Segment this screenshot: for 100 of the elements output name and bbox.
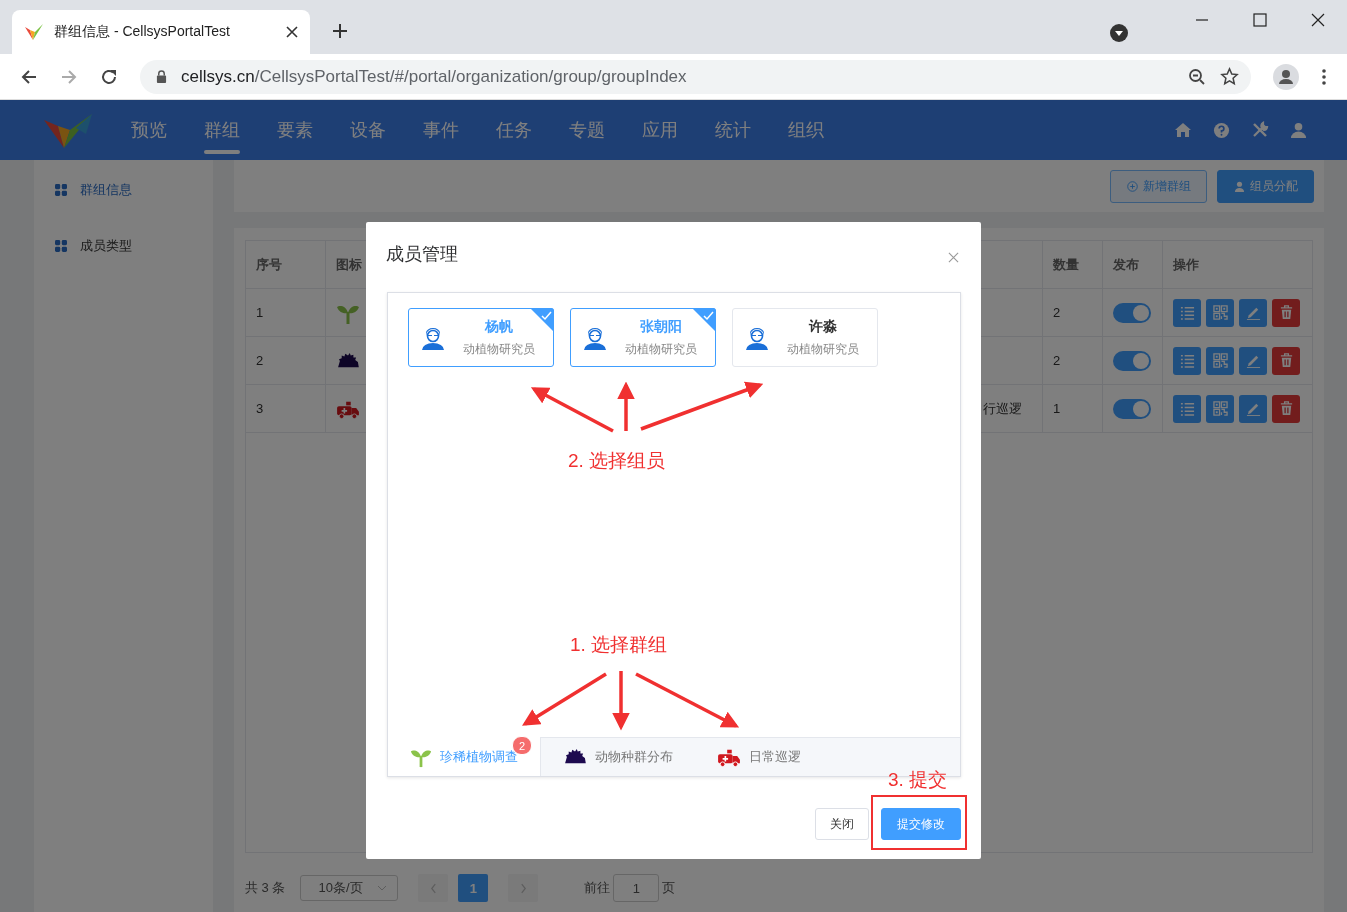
- grid-icon: [55, 184, 67, 196]
- qr-code-button[interactable]: [1206, 298, 1234, 327]
- group-tab[interactable]: 动物种群分布: [541, 738, 695, 776]
- qr-code-icon: [1212, 401, 1228, 416]
- plus-circle-icon: [1126, 180, 1138, 192]
- nav-item[interactable]: 要素: [269, 100, 321, 160]
- maximize-icon[interactable]: [1253, 13, 1267, 27]
- qr-code-icon: [1212, 353, 1228, 368]
- member-card[interactable]: 张朝阳 动植物研究员: [570, 308, 716, 367]
- list-button[interactable]: [1173, 346, 1201, 375]
- hedgehog-icon: [563, 748, 587, 766]
- edit-button[interactable]: [1239, 346, 1267, 375]
- user-icon: [1233, 180, 1245, 192]
- list-icon: [1179, 353, 1195, 368]
- sidebar-item[interactable]: 群组信息: [34, 180, 213, 200]
- close-icon[interactable]: [286, 26, 298, 38]
- checkmark-icon: [530, 308, 554, 332]
- annotation-text: 1. 选择群组: [570, 633, 668, 657]
- toggle-switch[interactable]: [1113, 302, 1151, 323]
- member-card[interactable]: 杨帆 动植物研究员: [408, 308, 554, 367]
- reload-icon[interactable]: [100, 67, 118, 86]
- pencil-icon: [1245, 353, 1261, 368]
- star-icon[interactable]: [1220, 67, 1239, 86]
- toggle-switch[interactable]: [1113, 350, 1151, 371]
- forward-icon[interactable]: [60, 67, 78, 86]
- list-button[interactable]: [1173, 394, 1201, 423]
- zoom-icon[interactable]: [1188, 67, 1206, 86]
- tab-title: 群组信息 - CellsysPortalTest: [54, 23, 231, 41]
- delete-button[interactable]: [1272, 298, 1300, 327]
- table-cell: 3: [246, 385, 326, 432]
- qr-code-button[interactable]: [1206, 394, 1234, 423]
- trash-icon: [1278, 353, 1294, 368]
- person-icon: [745, 325, 769, 350]
- list-button[interactable]: [1173, 298, 1201, 327]
- annotation-text: 3. 提交: [888, 768, 948, 792]
- address-field[interactable]: cellsys.cn/CellsysPortalTest/#/portal/organization/group/groupIndex: [140, 59, 1251, 94]
- profile-icon[interactable]: [1273, 63, 1299, 90]
- nav-item[interactable]: 事件: [415, 100, 467, 160]
- column-header: 操作: [1172, 255, 1200, 274]
- edit-button[interactable]: [1239, 394, 1267, 423]
- delete-button[interactable]: [1272, 394, 1300, 423]
- pencil-icon: [1245, 305, 1261, 320]
- edit-button[interactable]: [1239, 298, 1267, 327]
- person-icon: [421, 325, 445, 350]
- member-role: 动植物研究员: [625, 340, 697, 358]
- pencil-icon: [1245, 401, 1261, 416]
- page-size-select[interactable]: 10条/页: [300, 875, 399, 901]
- member-role: 动植物研究员: [463, 340, 535, 358]
- sidebar-item[interactable]: 成员类型: [34, 236, 213, 256]
- toolbar-button[interactable]: 组员分配: [1217, 169, 1314, 203]
- checkmark-icon: [692, 308, 716, 332]
- table-cell: 行巡逻: [983, 399, 1022, 418]
- nav-item[interactable]: 组织: [780, 100, 832, 160]
- goto-label: 前往: [584, 879, 611, 897]
- member-name: 许淼: [809, 317, 837, 336]
- nav-item[interactable]: 预览: [123, 100, 175, 160]
- help-icon[interactable]: [1213, 121, 1230, 139]
- back-icon[interactable]: [20, 67, 38, 86]
- column-header: 发布: [1103, 241, 1163, 288]
- dropdown-icon[interactable]: [1110, 24, 1128, 42]
- annotation-text: 2. 选择组员: [568, 449, 666, 473]
- delete-button[interactable]: [1272, 346, 1300, 375]
- trash-icon: [1278, 401, 1294, 416]
- member-name: 杨帆: [485, 317, 513, 336]
- column-header: 数量: [1043, 241, 1103, 288]
- nav-item[interactable]: 应用: [634, 100, 686, 160]
- table-cell: 1: [1043, 385, 1103, 432]
- qr-code-button[interactable]: [1206, 346, 1234, 375]
- table-cell: 2: [1043, 289, 1103, 336]
- close-icon[interactable]: [1311, 13, 1325, 27]
- plus-icon[interactable]: [332, 23, 348, 39]
- group-tab[interactable]: 日常巡逻: [695, 738, 823, 776]
- nav-item[interactable]: 群组: [196, 100, 248, 160]
- hedgehog-icon: [336, 351, 360, 370]
- table-cell: 2: [1043, 337, 1103, 384]
- toolbar-button[interactable]: 新增群组: [1110, 169, 1207, 203]
- toggle-switch[interactable]: [1113, 398, 1151, 419]
- nav-item[interactable]: 设备: [342, 100, 394, 160]
- nav-item[interactable]: 任务: [488, 100, 540, 160]
- member-name: 张朝阳: [640, 317, 682, 336]
- ambulance-icon: [717, 747, 741, 767]
- browser-tab[interactable]: 群组信息 - CellsysPortalTest: [12, 10, 310, 54]
- member-card[interactable]: 许淼 动植物研究员: [732, 308, 878, 367]
- page-button[interactable]: 1: [458, 874, 489, 902]
- page-input[interactable]: 1: [613, 874, 660, 902]
- nav-item[interactable]: 专题: [561, 100, 613, 160]
- dialog-button[interactable]: 关闭: [815, 808, 869, 840]
- member-role: 动植物研究员: [787, 340, 859, 358]
- dialog-button[interactable]: 提交修改: [881, 808, 961, 840]
- home-icon[interactable]: [1174, 121, 1192, 139]
- tools-icon[interactable]: [1251, 121, 1269, 139]
- url-text: cellsys.cn/CellsysPortalTest/#/portal/organization/group/groupIndex: [181, 66, 687, 87]
- grid-icon: [55, 240, 67, 252]
- arrow: [617, 381, 635, 431]
- nav-item[interactable]: 统计: [707, 100, 759, 160]
- arrow: [612, 671, 630, 731]
- menu-icon[interactable]: [1321, 67, 1327, 86]
- page-suffix: 页: [662, 879, 676, 897]
- chevron-left-icon: [429, 882, 437, 894]
- user-icon[interactable]: [1290, 121, 1307, 139]
